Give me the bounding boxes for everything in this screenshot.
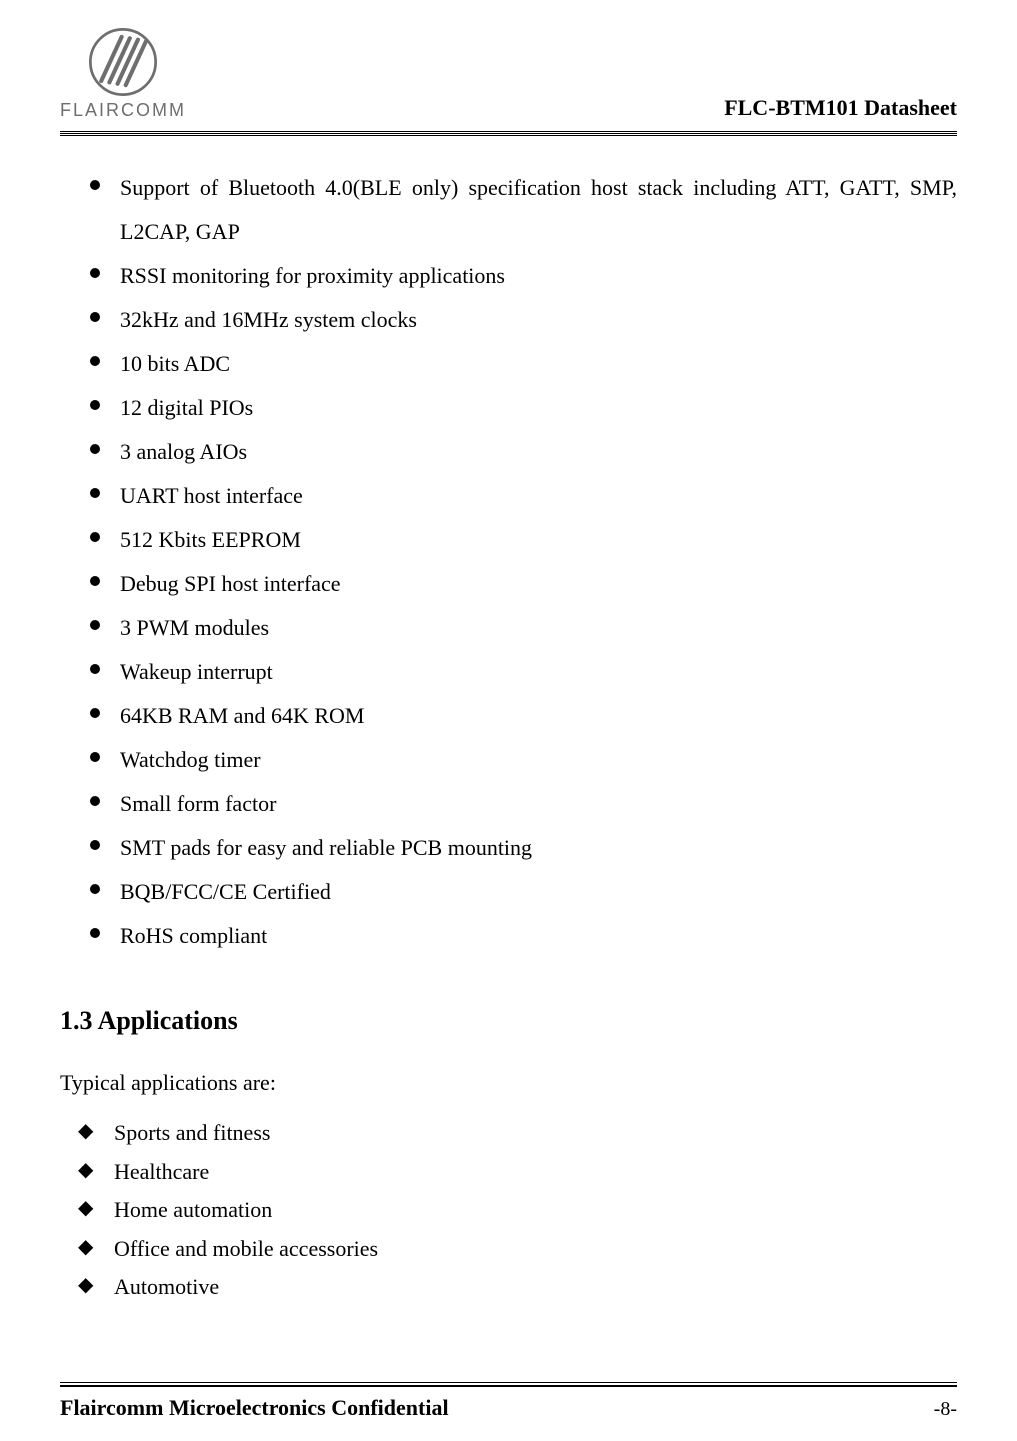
flaircomm-logo-icon (89, 28, 157, 96)
header-rule (60, 131, 957, 134)
list-item: Watchdog timer (90, 738, 957, 782)
list-item: SMT pads for easy and reliable PCB mount… (90, 826, 957, 870)
list-item: BQB/FCC/CE Certified (90, 870, 957, 914)
section-intro: Typical applications are: (60, 1070, 957, 1096)
list-item: Small form factor (90, 782, 957, 826)
list-item: Debug SPI host interface (90, 562, 957, 606)
document-title: FLC-BTM101 Datasheet (724, 95, 957, 121)
list-item: RSSI monitoring for proximity applicatio… (90, 254, 957, 298)
list-item: 64KB RAM and 64K ROM (90, 694, 957, 738)
list-item: 512 Kbits EEPROM (90, 518, 957, 562)
page: FLAIRCOMM FLC-BTM101 Datasheet Support o… (0, 0, 1017, 1441)
page-header: FLAIRCOMM FLC-BTM101 Datasheet (60, 28, 957, 127)
content-area: Support of Bluetooth 4.0(BLE only) speci… (60, 136, 957, 1382)
logo-text: FLAIRCOMM (60, 100, 186, 121)
list-item: 32kHz and 16MHz system clocks (90, 298, 957, 342)
applications-list: Sports and fitness Healthcare Home autom… (60, 1114, 957, 1307)
list-item: 12 digital PIOs (90, 386, 957, 430)
features-list: Support of Bluetooth 4.0(BLE only) speci… (60, 166, 957, 958)
list-item: Healthcare (78, 1153, 957, 1192)
list-item: Sports and fitness (78, 1114, 957, 1153)
list-item: 10 bits ADC (90, 342, 957, 386)
list-item: Home automation (78, 1191, 957, 1230)
footer-confidential: Flaircomm Microelectronics Confidential (60, 1395, 449, 1421)
list-item: Wakeup interrupt (90, 650, 957, 694)
logo-block: FLAIRCOMM (60, 28, 186, 121)
page-number: -8- (934, 1398, 957, 1421)
footer-rule-thin (60, 1382, 957, 1383)
list-item: UART host interface (90, 474, 957, 518)
list-item: 3 PWM modules (90, 606, 957, 650)
list-item: Support of Bluetooth 4.0(BLE only) speci… (90, 166, 957, 254)
page-footer: Flaircomm Microelectronics Confidential … (60, 1382, 957, 1421)
list-item: 3 analog AIOs (90, 430, 957, 474)
footer-row: Flaircomm Microelectronics Confidential … (60, 1387, 957, 1421)
section-heading: 1.3 Applications (60, 1006, 957, 1036)
list-item: Automotive (78, 1268, 957, 1307)
list-item: RoHS compliant (90, 914, 957, 958)
list-item: Office and mobile accessories (78, 1230, 957, 1269)
